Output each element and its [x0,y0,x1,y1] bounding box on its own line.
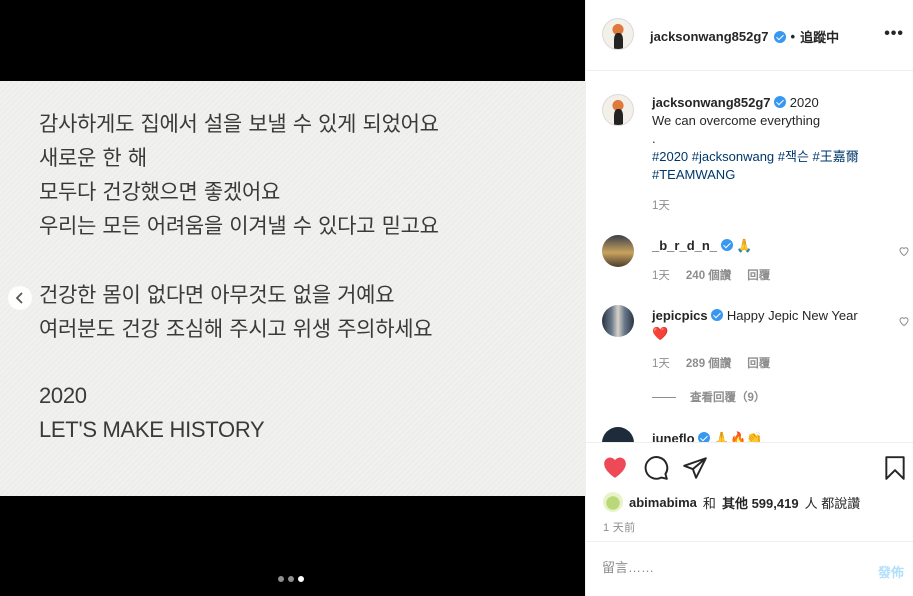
caption-hashtags[interactable]: #2020 #jacksonwang #잭슨 #王嘉爾 [652,148,902,166]
carousel-prev-button[interactable] [8,286,32,310]
comment-likes[interactable]: 289 個讚 [686,355,731,371]
comment-time[interactable]: 1天 [652,355,670,371]
caption-text: 2020 [789,95,819,110]
reply-button[interactable]: 回覆 [747,267,770,283]
comment-username[interactable]: juneflo [652,431,695,442]
avatar[interactable] [602,94,634,126]
comment-icon[interactable] [643,455,669,481]
likes-others-button[interactable]: 其他 599,419 [722,493,799,512]
image-text-line: 건강한 몸이 없다면 아무것도 없을 거예요 [39,283,395,307]
image-text-line: 여러분도 건강 조심해 주시고 위생 주의하세요 [39,317,433,341]
image-text-line: LET'S MAKE HISTORY [39,417,265,442]
verified-badge-icon [774,96,787,108]
view-replies-label: 查看回覆（9） [690,392,766,404]
likes-suffix: 人 都說讚 [804,495,861,511]
caption-text: We can overcome everything [652,113,821,128]
comment-emoji: ❤️ [652,326,669,341]
likes-connector: 和 [702,495,716,511]
comments-list: jacksonwang852g7 2020 We can overcome ev… [586,72,913,442]
comment-likes[interactable]: 240 個讚 [686,267,731,283]
caption-time[interactable]: 1天 [652,197,902,213]
carousel-dot-active[interactable] [298,576,304,582]
verified-badge-icon [773,30,786,43]
image-text-line: 우리는 모든 어려움을 이겨낼 수 있다고 믿고요 [39,214,439,238]
comment-username[interactable]: _b_r_d_n_ [652,238,717,253]
avatar[interactable] [602,18,634,50]
carousel-dots [278,576,304,582]
comment-item: _b_r_d_n_ 🙏 1天 240 個讚 回覆 [652,237,902,283]
avatar[interactable] [603,492,623,512]
avatar[interactable] [602,427,634,442]
likes-count: 599,419 [751,495,799,511]
comment-text: 🙏 [736,238,753,253]
image-text-line: 2020 [39,383,87,408]
comment-text: 🙏🔥👏 [713,431,763,442]
action-bar: abimabima 和 其他 599,419 人 都說讚 1 天前 [586,442,913,542]
like-comment-icon[interactable] [898,245,910,257]
post-image: 감사하게도 집에서 설을 보낼 수 있게 되었어요 새로운 한 해 모두다 건강… [0,81,585,496]
avatar[interactable] [602,235,634,267]
caption-username[interactable]: jacksonwang852g7 [652,95,771,110]
image-text-line: 모두다 건강했으면 좋겠어요 [39,180,280,204]
likes-username[interactable]: abimabima [629,495,697,510]
image-text-line: 감사하게도 집에서 설을 보낼 수 있게 되었어요 [39,112,439,136]
bookmark-icon[interactable] [883,455,907,481]
comment-input[interactable] [602,560,852,575]
like-comment-icon[interactable] [898,315,910,327]
verified-badge-icon [698,432,711,442]
carousel-dot[interactable] [278,576,284,582]
comment-text: Happy Jepic New Year [726,308,858,323]
carousel-dot[interactable] [288,576,294,582]
header-separator: • [790,29,796,44]
reply-button[interactable]: 回覆 [747,355,770,371]
comment-time[interactable]: 1天 [652,267,670,283]
view-replies-button[interactable]: 查看回覆（9） [652,389,887,405]
caption: jacksonwang852g7 2020 We can overcome ev… [652,94,902,213]
likes-others-label: 其他 [721,495,748,511]
comment-composer: 發佈 [586,541,913,596]
header-username[interactable]: jacksonwang852g7 [650,29,769,44]
comment-username[interactable]: jepicpics [652,308,708,323]
post-sidebar: jacksonwang852g7 • 追蹤中 ••• jacksonwang85… [585,0,913,596]
verified-badge-icon [720,239,733,251]
divider-line [652,396,676,398]
likes-summary: abimabima 和 其他 599,419 人 都說讚 [603,492,860,512]
caption-text: . [652,131,656,146]
like-heart-icon[interactable] [602,455,628,479]
verified-badge-icon [711,309,724,321]
following-button[interactable]: 追蹤中 [800,27,839,46]
caption-hashtags[interactable]: #TEAMWANG [652,166,902,184]
more-options-button[interactable]: ••• [884,25,904,43]
avatar[interactable] [602,305,634,337]
share-icon[interactable] [682,455,708,481]
comment-item: jepicpics Happy Jepic New Year ❤️ 1天 289… [652,307,887,405]
comment-item: juneflo 🙏🔥👏 [652,430,902,442]
post-time[interactable]: 1 天前 [603,519,635,535]
post-comment-button[interactable]: 發佈 [878,562,904,581]
chevron-left-icon [15,292,23,304]
image-text-line: 새로운 한 해 [39,146,147,170]
post-header: jacksonwang852g7 • 追蹤中 ••• [586,0,913,71]
post-media: 감사하게도 집에서 설을 보낼 수 있게 되었어요 새로운 한 해 모두다 건강… [0,0,585,596]
